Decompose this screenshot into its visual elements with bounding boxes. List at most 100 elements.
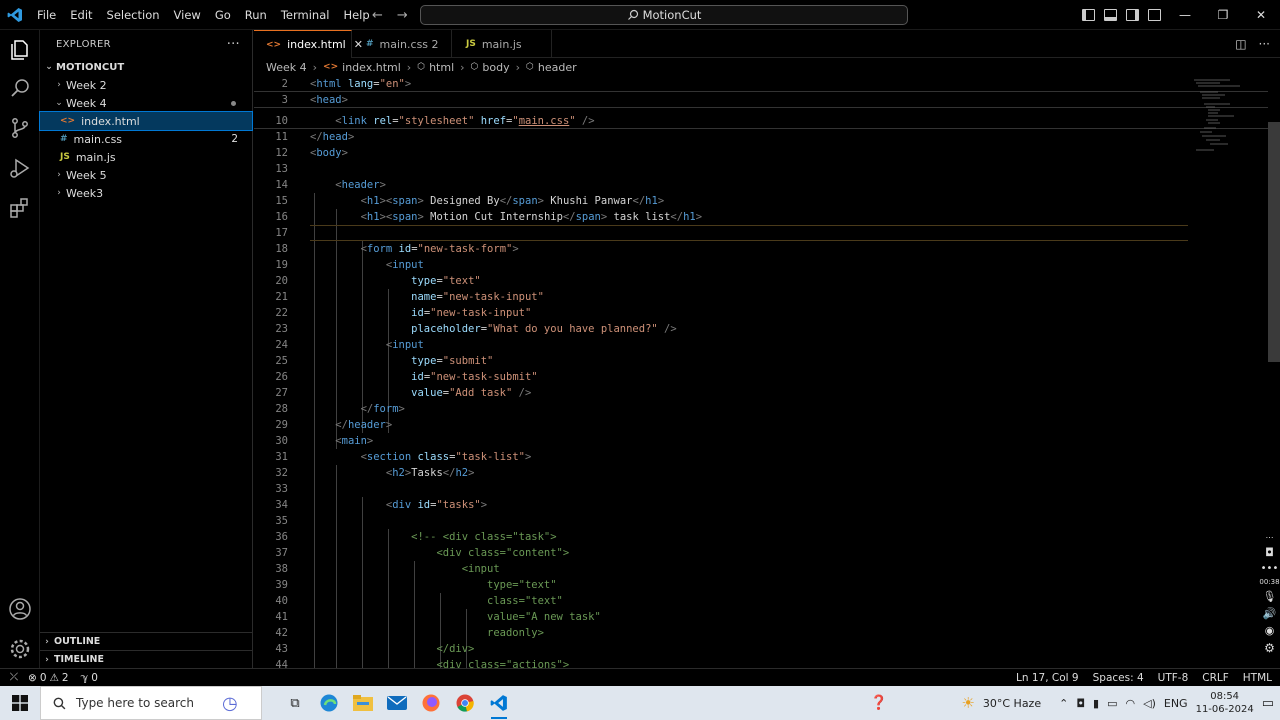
menu-item-go[interactable]: Go (208, 0, 238, 30)
code-line[interactable]: 15 <h1><span> Designed By</span> Khushi … (254, 193, 1268, 209)
code-line[interactable]: 36 <!-- <div class="task"> (254, 529, 1268, 545)
settings-gear-icon[interactable]: ⚙ (1264, 641, 1275, 655)
wifi-icon[interactable]: ◠ (1126, 697, 1136, 710)
code-line[interactable]: 14 <header> (254, 177, 1268, 193)
breadcrumb-item[interactable]: html (429, 61, 454, 74)
code-line[interactable]: 39 type="text" (254, 577, 1268, 593)
indentation[interactable]: Spaces: 4 (1093, 672, 1144, 684)
microphone-icon[interactable]: 🎙 (1263, 590, 1277, 603)
code-line[interactable]: 13 (254, 161, 1268, 177)
battery-icon[interactable]: ▭ (1107, 697, 1117, 710)
command-center[interactable]: MotionCut (420, 5, 908, 25)
remote-icon[interactable]: ⤫ (0, 671, 28, 684)
sticky-scroll-line[interactable]: 10 <link rel="stylesheet" href="main.css… (254, 113, 1268, 129)
code-line[interactable]: 44 <div class="actions"> (254, 657, 1268, 668)
clock[interactable]: 08:54 11-06-2024 (1196, 690, 1254, 716)
code-line[interactable]: 18 <form id="new-task-form"> (254, 241, 1268, 257)
chevron-up-icon[interactable]: ⌃ (1059, 697, 1068, 710)
split-editor-icon[interactable]: ◫ (1235, 37, 1246, 51)
code-line[interactable]: 23 placeholder="What do you have planned… (254, 321, 1268, 337)
back-arrow-icon[interactable]: ← (372, 8, 383, 23)
sticky-scroll-line[interactable]: 3 <head> (254, 92, 1268, 108)
chrome-icon[interactable] (448, 686, 482, 720)
outline-section[interactable]: › OUTLINE (40, 632, 253, 650)
tree-item-index-html[interactable]: <> index.html (39, 111, 253, 131)
weather-label[interactable]: 30°C Haze (983, 697, 1041, 710)
toggle-secondary-sidebar-icon[interactable] (1126, 9, 1139, 21)
firefox-icon[interactable] (414, 686, 448, 720)
code-line[interactable]: 32 <h2>Tasks</h2> (254, 465, 1268, 481)
timeline-section[interactable]: › TIMELINE (40, 650, 253, 668)
code-line[interactable]: 26 id="new-task-submit" (254, 369, 1268, 385)
taskbar-search[interactable]: Type here to search ◷ (40, 686, 262, 720)
volume-icon[interactable]: ◁) (1143, 697, 1156, 710)
menu-item-selection[interactable]: Selection (100, 0, 167, 30)
account-icon[interactable] (8, 597, 32, 621)
language-indicator[interactable]: ENG (1164, 697, 1188, 710)
tree-item-main-js[interactable]: JS main.js (40, 148, 252, 166)
mic-icon[interactable]: ▮ (1093, 697, 1099, 710)
file-explorer-icon[interactable] (346, 686, 380, 720)
code-line[interactable]: 25 type="submit" (254, 353, 1268, 369)
customize-layout-icon[interactable] (1148, 9, 1161, 21)
code-line[interactable]: 27 value="Add task" /> (254, 385, 1268, 401)
code-line[interactable]: 30 <main> (254, 433, 1268, 449)
tab-main-js[interactable]: JS main.js (452, 30, 552, 58)
code-line[interactable]: 40 class="text" (254, 593, 1268, 609)
pin-icon[interactable]: ⋯ (1266, 533, 1274, 542)
code-line[interactable]: 43 </div> (254, 641, 1268, 657)
code-line[interactable]: 29 </header> (254, 417, 1268, 433)
edge-icon[interactable] (312, 686, 346, 720)
help-icon[interactable]: ❓ (870, 695, 887, 711)
line-ending[interactable]: CRLF (1202, 672, 1229, 684)
code-line[interactable]: 11 </head> (254, 129, 1268, 145)
minimap[interactable] (1190, 76, 1250, 156)
tree-item-main-css[interactable]: # main.css 2 (40, 130, 252, 148)
code-line[interactable]: 22 id="new-task-input" (254, 305, 1268, 321)
vertical-scrollbar[interactable] (1268, 122, 1280, 362)
code-line[interactable]: 42 readonly> (254, 625, 1268, 641)
breadcrumb-item[interactable]: index.html (342, 61, 401, 74)
toggle-panel-icon[interactable] (1104, 9, 1117, 21)
more-actions-icon[interactable]: ··· (1259, 37, 1270, 51)
menu-item-help[interactable]: Help (336, 0, 376, 30)
menu-item-edit[interactable]: Edit (63, 0, 99, 30)
speaker-icon[interactable]: 🔊 (1263, 607, 1277, 620)
code-line[interactable]: 12 <body> (254, 145, 1268, 161)
maximize-icon[interactable]: ❐ (1204, 0, 1242, 30)
explorer-icon[interactable] (8, 38, 32, 62)
extensions-icon[interactable] (8, 196, 32, 220)
camera-icon[interactable]: ◘ (1076, 697, 1085, 710)
tab-main-css[interactable]: # main.css 2 (352, 30, 452, 58)
code-line[interactable]: 19 <input (254, 257, 1268, 273)
notifications-icon[interactable]: ▭ (1262, 696, 1274, 711)
code-line[interactable]: 17 (254, 225, 1268, 241)
weather-icon[interactable]: ☀ (961, 694, 974, 712)
code-line[interactable]: 37 <div class="content"> (254, 545, 1268, 561)
more-icon[interactable]: ••• (1261, 563, 1279, 574)
code-line[interactable]: 31 <section class="task-list"> (254, 449, 1268, 465)
vscode-taskbar-icon[interactable] (482, 686, 516, 720)
problems-status[interactable]: ⊗ 0 ⚠ 2 (28, 672, 69, 684)
code-line[interactable]: 21 name="new-task-input" (254, 289, 1268, 305)
breadcrumb-item[interactable]: header (538, 61, 577, 74)
webcam-icon[interactable]: ◉ (1265, 624, 1275, 637)
source-control-icon[interactable] (8, 116, 32, 140)
forward-arrow-icon[interactable]: → (397, 8, 408, 23)
menu-item-terminal[interactable]: Terminal (274, 0, 337, 30)
windows-start-icon[interactable] (0, 686, 40, 720)
cursor-position[interactable]: Ln 17, Col 9 (1016, 672, 1079, 684)
more-actions-icon[interactable]: ··· (227, 37, 240, 52)
menu-item-view[interactable]: View (167, 0, 208, 30)
tree-item-week5[interactable]: › Week 5 (40, 166, 252, 184)
workspace-root[interactable]: ⌄ MOTIONCUT (40, 58, 252, 76)
manage-gear-icon[interactable] (8, 637, 32, 661)
menu-item-file[interactable]: File (30, 0, 63, 30)
task-view-icon[interactable]: ⧉ (278, 686, 312, 720)
run-debug-icon[interactable] (8, 156, 32, 180)
code-line[interactable]: 24 <input (254, 337, 1268, 353)
minimize-icon[interactable]: — (1166, 0, 1204, 30)
sticky-scroll-line[interactable]: 2 <html lang="en"> (254, 76, 1268, 92)
tree-item-week2[interactable]: › Week 2 (40, 76, 252, 94)
code-line[interactable]: 38 <input (254, 561, 1268, 577)
